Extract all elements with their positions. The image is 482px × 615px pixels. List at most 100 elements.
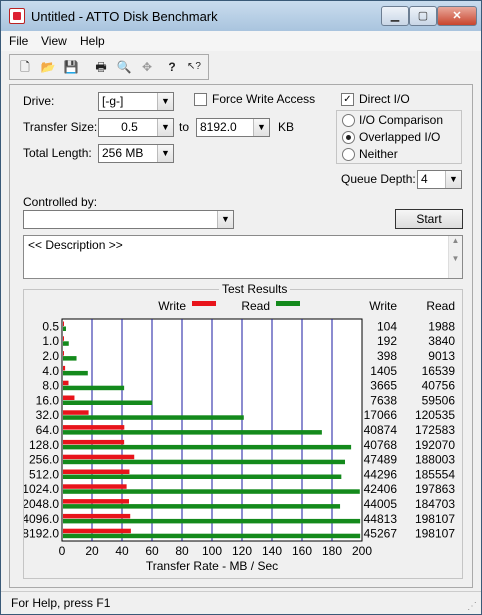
to-label: to (179, 120, 190, 134)
chevron-down-icon[interactable]: ▼ (157, 93, 173, 110)
drive-label: Drive: (23, 94, 55, 108)
chevron-down-icon[interactable]: ▼ (157, 119, 173, 136)
x-tick-label: 100 (202, 544, 222, 558)
y-tick-label: 128.0 (29, 438, 59, 452)
window-title: Untitled - ATTO Disk Benchmark (31, 9, 218, 24)
write-value-label: 7638 (370, 393, 397, 407)
description-field[interactable]: << Description >> ▲ ▼ (23, 235, 463, 279)
y-tick-label: 4096.0 (24, 512, 59, 526)
queue-depth-value: 4 (421, 172, 428, 186)
write-value-label: 17066 (364, 408, 398, 422)
x-tick-label: 40 (115, 544, 129, 558)
save-icon[interactable]: 💾 (62, 58, 80, 76)
write-bar (63, 469, 130, 474)
x-tick-label: 80 (175, 544, 189, 558)
read-value-label: 40756 (422, 379, 456, 393)
read-value-label: 1988 (428, 319, 455, 333)
context-help-icon[interactable]: ↖? (185, 58, 203, 76)
neither-label: Neither (359, 147, 398, 161)
chevron-down-icon[interactable]: ▼ (253, 119, 269, 136)
write-bar (63, 365, 66, 371)
x-tick-label: 120 (232, 544, 252, 558)
overlapped-io-radio[interactable] (342, 131, 355, 144)
menu-view[interactable]: View (41, 34, 67, 48)
minimize-button[interactable]: ▁ (381, 6, 409, 26)
chevron-down-icon[interactable]: ▼ (217, 211, 233, 228)
print-preview-icon[interactable]: 🔍 (115, 58, 133, 76)
close-button[interactable]: ✕ (437, 6, 477, 26)
queue-depth-select[interactable]: 4 ▼ (417, 170, 462, 189)
read-bar (63, 459, 346, 465)
open-icon[interactable]: 📂 (39, 58, 57, 76)
drive-select[interactable]: [-g-] ▼ (98, 92, 174, 111)
queue-depth-label: Queue Depth: (341, 172, 416, 186)
total-length-label: Total Length: (23, 146, 92, 160)
description-text: << Description >> (28, 238, 123, 252)
read-value-label: 198107 (415, 527, 455, 541)
description-scrollbar[interactable]: ▲ ▼ (448, 236, 462, 278)
app-window: Untitled - ATTO Disk Benchmark ▁ ▢ ✕ Fil… (0, 0, 482, 615)
menu-bar: File View Help (1, 31, 481, 51)
chevron-down-icon[interactable]: ▼ (157, 145, 173, 162)
start-button[interactable]: Start (395, 209, 463, 229)
print-icon[interactable]: 🖶 (92, 58, 110, 76)
read-bar (63, 504, 341, 509)
y-tick-label: 512.0 (29, 467, 59, 481)
new-icon[interactable]: 🗋 (16, 58, 34, 76)
resize-grip-icon[interactable]: ⋰ (467, 601, 477, 612)
read-bar (63, 533, 361, 539)
app-icon[interactable] (9, 8, 25, 24)
write-value-label: 40768 (364, 438, 398, 452)
title-bar[interactable]: Untitled - ATTO Disk Benchmark ▁ ▢ ✕ (1, 1, 481, 31)
neither-radio[interactable] (342, 148, 355, 161)
write-bar (63, 454, 135, 460)
settings-panel: Drive: [-g-] ▼ Force Write Access Transf… (9, 84, 473, 588)
direct-io-checkbox[interactable]: ✓ (341, 93, 354, 106)
y-tick-label: 8.0 (42, 379, 59, 393)
direct-io-label: Direct I/O (359, 92, 410, 106)
drive-value: [-g-] (102, 94, 124, 108)
chevron-down-icon[interactable]: ▼ (445, 171, 461, 188)
io-comparison-radio[interactable] (342, 114, 355, 127)
read-value-label: 120535 (415, 408, 455, 422)
write-value-label: 104 (377, 319, 397, 333)
menu-file[interactable]: File (9, 34, 28, 48)
y-tick-label: 32.0 (36, 408, 60, 422)
force-write-checkbox[interactable] (194, 93, 207, 106)
write-bar (63, 410, 89, 415)
read-bar (63, 430, 322, 435)
legend-write-swatch (192, 301, 216, 306)
write-bar (63, 321, 64, 326)
write-bar (63, 395, 75, 400)
read-value-label: 192070 (415, 438, 455, 452)
read-value-label: 197863 (415, 482, 455, 496)
controlled-by-select[interactable]: ▼ (23, 210, 234, 229)
write-value-label: 44296 (364, 467, 398, 481)
transfer-size-label: Transfer Size: (23, 120, 98, 134)
x-tick-label: 140 (262, 544, 282, 558)
legend-read-swatch (276, 301, 300, 306)
test-results-group: Test Results Write Read Write Read 0 20 40… (23, 282, 463, 579)
y-tick-label: 16.0 (36, 393, 60, 407)
read-bar (63, 356, 77, 361)
legend-write-label: Write (158, 299, 186, 313)
maximize-button[interactable]: ▢ (409, 6, 437, 26)
write-value-label: 45267 (364, 527, 398, 541)
write-bar (63, 336, 64, 341)
read-value-label: 184703 (415, 497, 455, 511)
legend-read-label: Read (241, 299, 270, 313)
x-tick-label: 60 (145, 544, 159, 558)
total-length-select[interactable]: 256 MB ▼ (98, 144, 174, 163)
move-icon[interactable]: ✥ (138, 58, 156, 76)
write-bar (63, 513, 131, 519)
y-tick-label: 4.0 (42, 364, 59, 378)
transfer-from-select[interactable]: 0.5 ▼ (98, 118, 174, 137)
menu-help[interactable]: Help (80, 34, 105, 48)
write-value-label: 44005 (364, 497, 398, 511)
read-value-label: 198107 (415, 512, 455, 526)
read-column-header: Read (426, 299, 455, 313)
write-value-label: 398 (377, 349, 397, 363)
help-icon[interactable]: ? (163, 58, 181, 76)
x-axis-label: Transfer Rate - MB / Sec (146, 559, 278, 573)
transfer-to-select[interactable]: 8192.0 ▼ (196, 118, 270, 137)
